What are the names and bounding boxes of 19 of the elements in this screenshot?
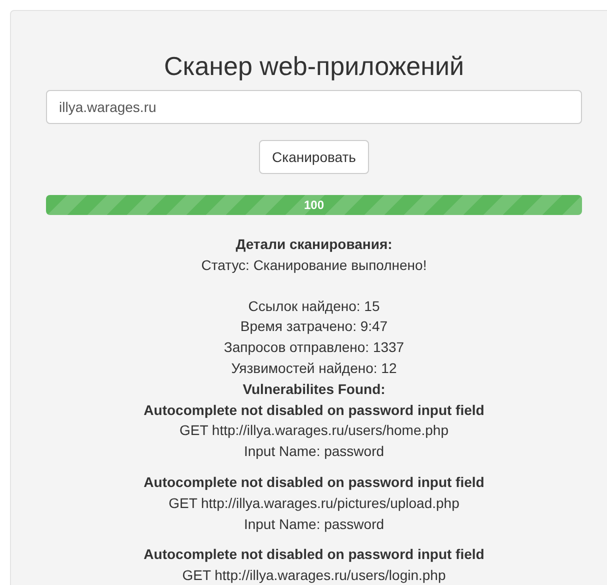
status-text: Статус: Сканирование выполнено! <box>200 256 428 275</box>
vulnerabilities-heading: Vulnerabilites Found: <box>242 380 386 399</box>
stat-text: Уязвимостей найдено: 12 <box>230 358 398 378</box>
request-url-text: GET http://illya.warages.ru/users/home.php <box>178 421 450 440</box>
vulnerability-title: Autocomplete not disabled on password input field <box>142 545 486 564</box>
request-url-text: GET http://illya.warages.ru/pictures/upload.php <box>168 494 460 513</box>
stat-text: Ссылок найдено: 15 <box>247 296 381 316</box>
details-heading: Детали сканирования: <box>234 235 394 254</box>
page-title: Сканер web-приложений <box>163 50 465 83</box>
vulnerability-title: Autocomplete not disabled on password input field <box>142 472 486 492</box>
vulnerability-title: Autocomplete not disabled on password input field <box>142 400 486 420</box>
input-name-text: Input Name: password <box>242 442 386 462</box>
url-input-field[interactable]: illya.warages.ru <box>46 90 582 124</box>
progress-label: 100 <box>304 197 324 214</box>
stat-text: Время затрачено: 9:47 <box>239 317 389 336</box>
stat-text: Запросов отправлено: 1337 <box>222 338 406 358</box>
request-url-text: GET http://illya.warages.ru/users/login.php <box>181 566 447 585</box>
scan-button[interactable]: Сканировать <box>259 140 369 174</box>
input-name-text: Input Name: password <box>242 514 386 534</box>
